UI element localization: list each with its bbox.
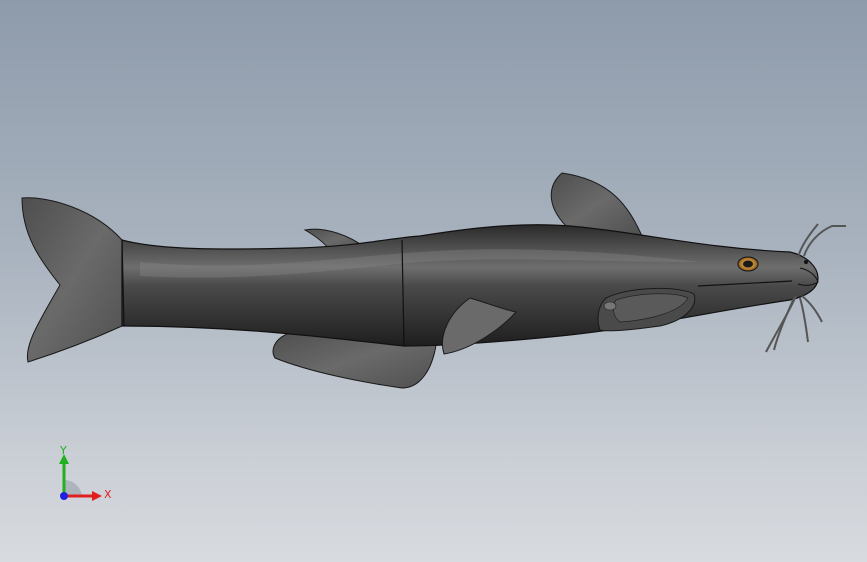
x-axis-arrow: [92, 491, 102, 501]
catfish-3d-model[interactable]: [0, 0, 867, 562]
barbel-top-1: [803, 225, 846, 257]
barbel-bottom-3: [773, 297, 795, 351]
barbel-bottom-2: [799, 297, 809, 343]
caudal-fin: [21, 197, 123, 363]
z-axis-origin: [60, 492, 68, 500]
coordinate-triad: Y X: [59, 444, 112, 501]
eye: [737, 256, 759, 272]
pectoral-fin-joint: [603, 301, 617, 311]
x-axis-label: X: [104, 488, 112, 501]
graphics-viewport[interactable]: Y X: [0, 0, 867, 562]
y-axis-label: Y: [59, 444, 67, 457]
nostril: [804, 260, 808, 264]
barbel-top-2: [797, 223, 819, 259]
